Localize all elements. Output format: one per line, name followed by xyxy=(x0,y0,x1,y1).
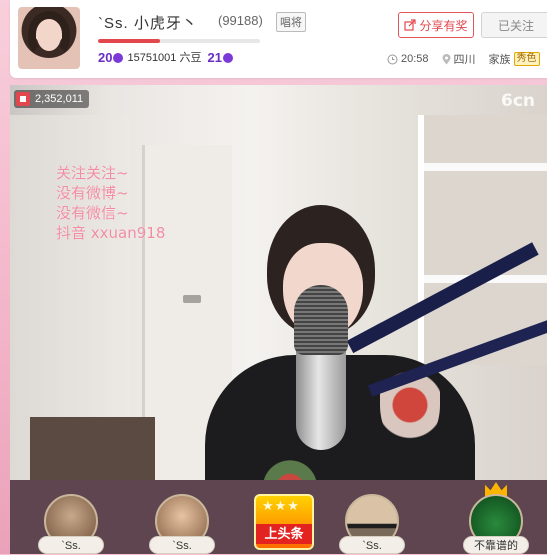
follow-button[interactable]: 已关注 xyxy=(481,12,547,38)
room-meta: 20:58 四川 家族 秀色 xyxy=(387,51,540,67)
location-pin-icon xyxy=(442,53,451,64)
overlay-line: 没有微博~ xyxy=(56,184,129,202)
fan-card[interactable]: `Ss. xyxy=(149,494,215,554)
level-coin-icon xyxy=(222,53,233,63)
points-text: 15751001 六豆 xyxy=(127,52,202,64)
time-text: 20:58 xyxy=(401,53,429,65)
streamer-avatar[interactable] xyxy=(18,7,80,69)
room-id: (99188) xyxy=(218,13,263,28)
video-cabinet xyxy=(30,417,155,480)
share-icon xyxy=(404,19,417,31)
overlay-line: 没有微信~ xyxy=(56,204,129,222)
clock-icon xyxy=(387,54,398,64)
avatar-face xyxy=(37,21,61,51)
fan-name: `Ss. xyxy=(149,536,215,554)
level-coin-icon xyxy=(113,53,124,63)
microphone-grille xyxy=(294,285,348,355)
share-label: 分享有奖 xyxy=(419,18,468,33)
live-video[interactable]: 2,352,011 6cn 关注关注~ 没有微博~ 没有微信~ 抖音 xxuan… xyxy=(10,85,547,480)
sweater-flower xyxy=(380,345,440,445)
fan-name: `Ss. xyxy=(339,536,405,554)
fan-name: `Ss. xyxy=(38,536,104,554)
viewers-icon xyxy=(16,92,30,106)
share-button[interactable]: 分享有奖 xyxy=(398,12,474,38)
headline-button[interactable]: ★★★ 上头条 xyxy=(254,494,314,550)
singer-badge: 唱将 xyxy=(276,12,306,32)
site-watermark: 6cn xyxy=(500,91,535,111)
viewer-count: 2,352,011 xyxy=(35,93,84,105)
overlay-line: 抖音 xxuan918 xyxy=(56,224,166,242)
fan-card[interactable]: 不靠谱的 xyxy=(463,494,529,554)
fan-name: 不靠谱的 xyxy=(463,536,529,554)
xiu-badge: 秀色 xyxy=(513,52,540,66)
headline-label: 上头条 xyxy=(256,524,312,544)
level-start: 20 xyxy=(98,49,113,65)
room-name: `Ss. 小虎牙丶 xyxy=(98,15,198,32)
fan-card[interactable]: `Ss. xyxy=(38,494,104,554)
star-icons: ★★★ xyxy=(262,498,300,513)
fan-ranking-strip: `Ss. `Ss. ★★★ 上头条 `Ss. 不靠谱的 xyxy=(10,480,547,554)
level-progress-bar xyxy=(98,39,260,43)
level-progress-fill xyxy=(98,39,160,43)
stream-overlay-text: 关注关注~ 没有微博~ 没有微信~ 抖音 xxuan918 xyxy=(56,163,165,243)
location-text: 四川 xyxy=(453,54,476,66)
viewer-count-badge: 2,352,011 xyxy=(14,90,90,108)
level-end: 21 xyxy=(207,49,222,65)
room-header: `Ss. 小虎牙丶 (99188) 唱将 20 15751001 六豆 21 分… xyxy=(10,0,547,78)
level-row: 20 15751001 六豆 21 xyxy=(98,49,237,65)
fan-card[interactable]: `Ss. xyxy=(339,494,405,554)
family-label[interactable]: 家族 xyxy=(489,51,511,67)
overlay-line: 关注关注~ xyxy=(56,164,129,182)
